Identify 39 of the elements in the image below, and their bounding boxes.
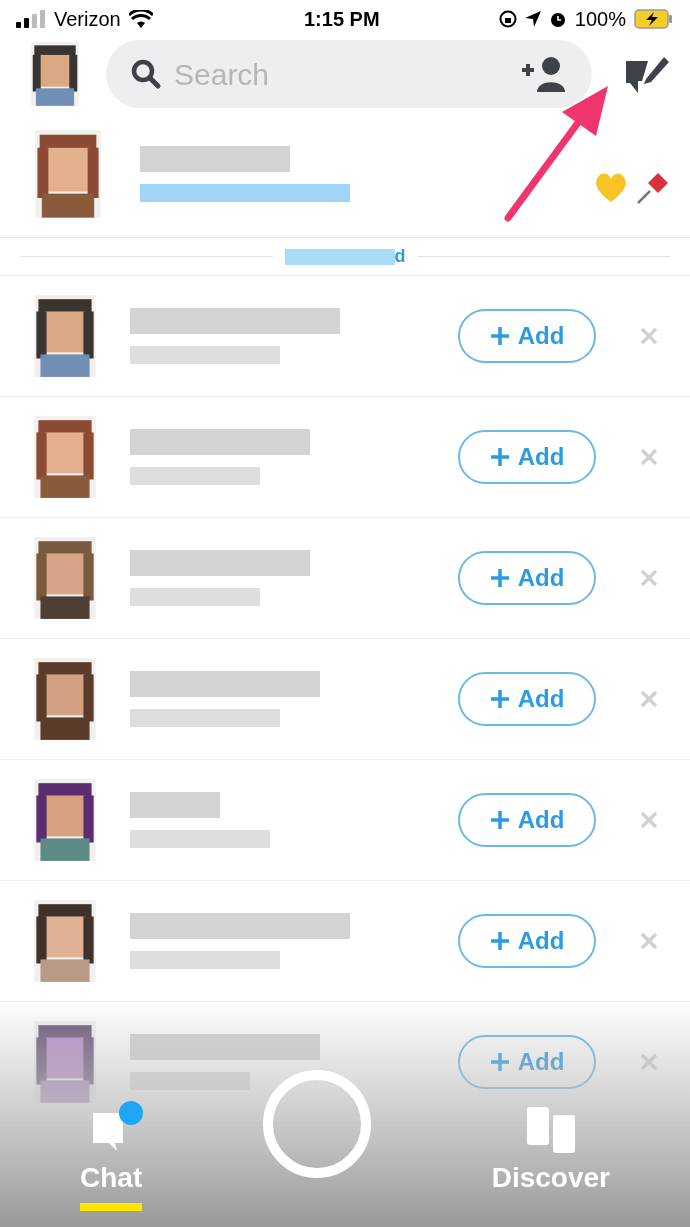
search-input[interactable]: Search: [174, 51, 508, 97]
add-button[interactable]: Add: [458, 793, 596, 847]
plus-icon: [489, 931, 510, 951]
add-button[interactable]: Add: [458, 1035, 596, 1089]
plus-icon: [489, 810, 510, 830]
dismiss-icon[interactable]: [640, 932, 658, 950]
location-icon: [524, 11, 541, 27]
battery-percent: 100%: [574, 7, 626, 32]
dismiss-icon[interactable]: [640, 448, 658, 466]
alarm-icon: [548, 10, 567, 28]
nav-tab[interactable]: Discover: [491, 1157, 610, 1211]
add-button[interactable]: Add: [458, 430, 596, 484]
dismiss-icon[interactable]: [640, 327, 658, 345]
discover-icon: [524, 1107, 577, 1153]
signal-icon: [16, 10, 46, 28]
clock: 1:15 PM: [304, 7, 380, 32]
add-button[interactable]: Add: [458, 914, 596, 968]
search-field[interactable]: Search: [106, 40, 592, 108]
add-friend-icon[interactable]: [520, 55, 568, 93]
search-icon: [130, 58, 162, 90]
add-button[interactable]: Add: [458, 551, 596, 605]
plus-icon: [489, 447, 510, 467]
rotation-lock-icon: [498, 10, 517, 28]
battery-icon: [634, 9, 674, 29]
plus-icon: [489, 689, 510, 709]
dismiss-icon[interactable]: [640, 569, 658, 587]
dismiss-icon[interactable]: [640, 690, 658, 708]
carrier-label: Verizon: [54, 7, 121, 32]
wifi-icon: [128, 10, 153, 28]
dismiss-icon[interactable]: [640, 1053, 658, 1071]
plus-icon: [489, 1052, 510, 1072]
dismiss-icon[interactable]: [640, 811, 658, 829]
section-heading: d: [394, 245, 406, 268]
add-button[interactable]: Add: [458, 309, 596, 363]
plus-icon: [489, 568, 510, 588]
nav-tab[interactable]: Chat: [80, 1157, 143, 1211]
plus-icon: [489, 326, 510, 346]
add-button[interactable]: Add: [458, 672, 596, 726]
camera-shutter-button[interactable]: [261, 1069, 372, 1179]
